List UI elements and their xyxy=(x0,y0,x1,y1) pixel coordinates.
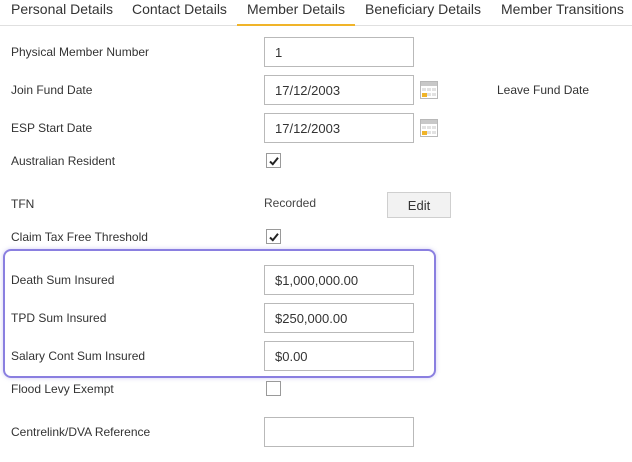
centrelink-dva-reference-label: Centrelink/DVA Reference xyxy=(11,425,151,439)
calendar-icon[interactable] xyxy=(420,81,438,99)
tpd-sum-insured-label: TPD Sum Insured xyxy=(11,311,107,325)
claim-tax-free-threshold-checkbox[interactable] xyxy=(266,229,281,244)
flood-levy-exempt-label: Flood Levy Exempt xyxy=(11,382,114,396)
death-sum-insured-input[interactable] xyxy=(264,265,414,295)
tfn-status: Recorded xyxy=(264,196,317,210)
join-fund-date-input[interactable] xyxy=(264,75,414,105)
australian-resident-checkbox[interactable] xyxy=(266,153,281,168)
tab-personal-details[interactable]: Personal Details xyxy=(11,0,113,26)
check-icon xyxy=(269,233,279,242)
leave-fund-date-label: Leave Fund Date xyxy=(497,83,590,97)
claim-tax-free-threshold-label: Claim Tax Free Threshold xyxy=(11,230,148,244)
tab-bar: Personal Details Contact Details Member … xyxy=(0,0,632,26)
salary-cont-sum-insured-label: Salary Cont Sum Insured xyxy=(11,349,146,363)
salary-cont-sum-insured-input[interactable] xyxy=(264,341,414,371)
esp-start-date-label: ESP Start Date xyxy=(11,121,93,135)
physical-member-number-label: Physical Member Number xyxy=(11,45,150,59)
death-sum-insured-label: Death Sum Insured xyxy=(11,273,115,287)
tab-member-transitions[interactable]: Member Transitions xyxy=(501,0,624,26)
tab-member-details[interactable]: Member Details xyxy=(237,0,356,26)
australian-resident-label: Australian Resident xyxy=(11,154,116,168)
join-fund-date-label: Join Fund Date xyxy=(11,83,93,97)
tab-contact-details[interactable]: Contact Details xyxy=(132,0,227,26)
physical-member-number-input[interactable] xyxy=(264,37,414,67)
tpd-sum-insured-input[interactable] xyxy=(264,303,414,333)
check-icon xyxy=(269,157,279,166)
tab-beneficiary-details[interactable]: Beneficiary Details xyxy=(365,0,481,26)
esp-start-date-input[interactable] xyxy=(264,113,414,143)
tfn-edit-button[interactable]: Edit xyxy=(387,192,451,218)
tfn-label: TFN xyxy=(11,197,35,211)
calendar-icon[interactable] xyxy=(420,119,438,137)
centrelink-dva-reference-input[interactable] xyxy=(264,417,414,447)
flood-levy-exempt-checkbox[interactable] xyxy=(266,381,281,396)
